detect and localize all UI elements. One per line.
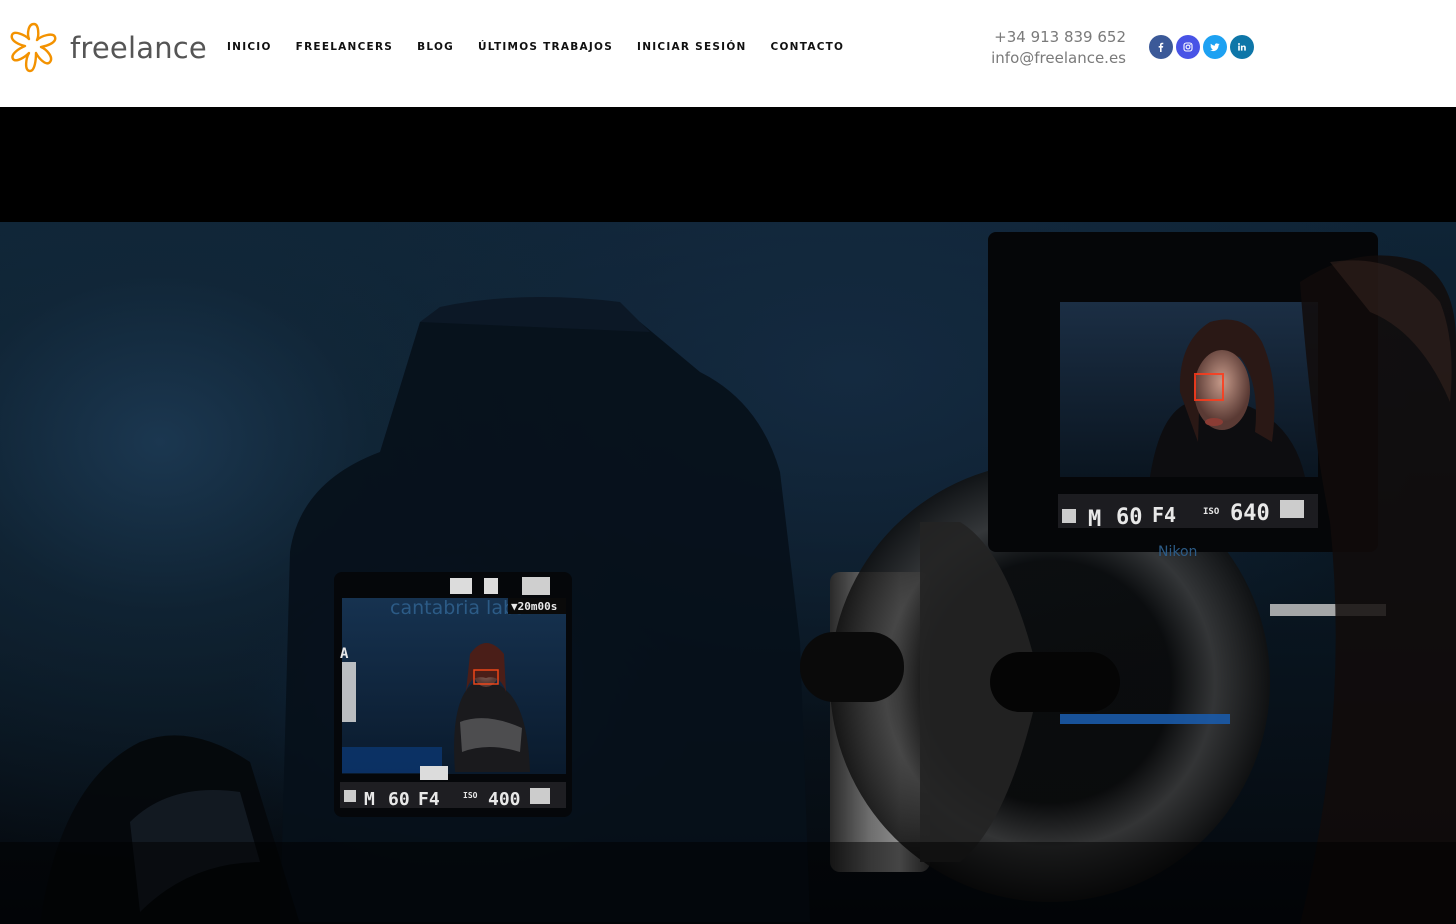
nav-freelancers[interactable]: FREELANCERS — [296, 40, 393, 54]
left-timer-readout: ▼20m00s — [511, 600, 557, 613]
left-iso-label: ISO — [463, 791, 478, 800]
camera-brand-text: Nikon — [1158, 544, 1197, 560]
right-iso-label: ISO — [1203, 507, 1220, 517]
right-aperture: F4 — [1152, 503, 1176, 527]
phone-number[interactable]: +34 913 839 652 — [960, 27, 1126, 48]
site-header: freelance INICIO FREELANCERS BLOG ÚLTIMO… — [0, 0, 1456, 107]
flower-logo-icon — [10, 22, 57, 73]
main-nav: INICIO FREELANCERS BLOG ÚLTIMOS TRABAJOS… — [227, 40, 868, 54]
left-aperture: F4 — [418, 789, 440, 810]
contact-info: +34 913 839 652 info@freelance.es — [960, 27, 1126, 69]
instagram-icon — [1183, 42, 1193, 52]
nav-blog[interactable]: BLOG — [417, 40, 454, 54]
brand-name: freelance — [70, 30, 207, 65]
camera-scene-image: cantabria labs ▼20m00s A M 60 F4 ISO 400 — [0, 232, 1456, 924]
hero-top-band — [0, 107, 1456, 222]
hero-video-still: cantabria labs ▼20m00s A M 60 F4 ISO 400 — [0, 222, 1456, 924]
email-address[interactable]: info@freelance.es — [960, 48, 1126, 69]
left-shutter: 60 — [388, 789, 410, 810]
left-mode: M — [364, 789, 375, 810]
facebook-icon — [1158, 42, 1164, 52]
logo-link[interactable]: freelance — [6, 19, 207, 75]
right-shutter: 60 — [1116, 505, 1143, 530]
social-links — [1149, 35, 1257, 59]
nav-iniciar-sesion[interactable]: INICIAR SESIÓN — [637, 40, 747, 54]
instagram-button[interactable] — [1176, 35, 1200, 59]
linkedin-button[interactable] — [1230, 35, 1254, 59]
facebook-button[interactable] — [1149, 35, 1173, 59]
nav-inicio[interactable]: INICIO — [227, 40, 272, 54]
left-iso: 400 — [488, 789, 521, 810]
nav-contacto[interactable]: CONTACTO — [771, 40, 845, 54]
linkedin-icon — [1238, 43, 1246, 51]
right-mode: M — [1088, 507, 1101, 532]
right-iso: 640 — [1230, 501, 1270, 526]
twitter-button[interactable] — [1203, 35, 1227, 59]
twitter-icon — [1210, 43, 1220, 52]
nav-ultimos-trabajos[interactable]: ÚLTIMOS TRABAJOS — [478, 40, 613, 54]
screen-brand-text: cantabria labs — [390, 597, 525, 619]
left-lock-indicator: A — [340, 646, 349, 662]
